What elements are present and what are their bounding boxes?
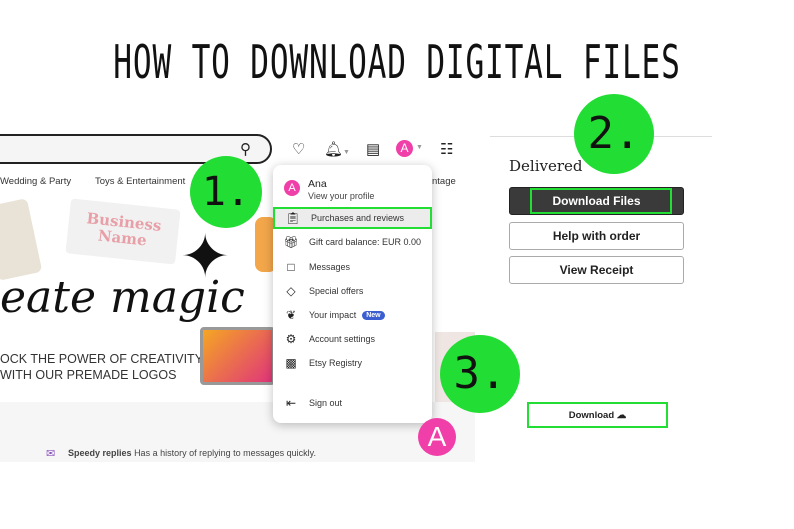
help-with-order-button[interactable]: Help with order [509,222,684,250]
menu-label: Purchases and reviews [311,213,405,223]
avatar[interactable]: A [396,140,413,157]
order-status: Delivered [509,157,583,175]
menu-item-special-offers[interactable]: ◇ Special offers [273,280,432,302]
menu-item-gift-card[interactable]: 🎁︎ Gift card balance: EUR 0.00 [273,231,432,253]
cart-icon[interactable]: ☷ [440,140,453,158]
download-files-button[interactable]: Download Files [509,187,684,215]
speedy-text: Has a history of replying to messages qu… [134,448,316,458]
speedy-replies: Speedy replies Has a history of replying… [68,448,316,458]
view-profile-link[interactable]: View your profile [308,191,374,201]
speedy-label: Speedy replies [68,448,132,458]
registry-icon: ▩ [285,356,297,370]
menu-item-registry[interactable]: ▩ Etsy Registry [273,352,432,374]
shop-icon[interactable]: ▤ [366,140,380,158]
download-button[interactable]: Download ☁ [527,402,668,428]
button-label: Download [568,409,615,421]
step-1-marker: 1. [190,156,262,228]
gift-icon: 🎁︎ [283,235,299,249]
banner-tagline: OCK THE POWER OF CREATIVITY [0,352,204,366]
menu-label: Gift card balance: EUR 0.00 [309,237,422,247]
menu-item-sign-out[interactable]: ⇤ Sign out [273,392,432,414]
nav-wedding[interactable]: Wedding & Party [0,176,71,187]
menu-name[interactable]: Ana [308,178,327,190]
banner-tagline: WITH OUR PREMADE LOGOS [0,368,177,382]
cloud-download-icon: ☁ [616,409,627,421]
page-title: HOW TO DOWNLOAD DIGITAL FILES [113,36,681,90]
business-card-image: Business Name [65,198,181,265]
highlight-box [530,188,672,214]
nav-vintage[interactable]: ntage [432,176,456,187]
gear-icon: ⚙ [285,332,297,346]
menu-avatar: A [284,180,300,196]
menu-label: Sign out [309,398,343,408]
chevron-down-icon: ▼ [416,144,423,151]
menu-item-messages[interactable]: □ Messages [273,256,432,278]
heart-icon[interactable]: ♡ [292,140,305,158]
tablet-image [0,198,43,281]
new-badge: New [362,310,385,320]
avatar-large: A [418,418,456,456]
sign-out-icon: ⇤ [285,396,297,410]
clipboard-icon: 📋︎ [285,211,301,225]
step-3-marker: 3. [440,335,520,413]
messages-icon: □ [287,260,295,274]
menu-label: Your impact [309,310,357,320]
laptop-image [200,327,275,385]
bell-icon[interactable]: 🔔︎▼ [324,140,350,158]
menu-label: Etsy Registry [309,358,363,368]
menu-item-purchases[interactable]: 📋︎ Purchases and reviews [273,207,432,229]
banner-headline: eate magic [0,272,245,323]
menu-label: Account settings [309,334,376,344]
leaf-icon: ❦ [285,308,297,322]
account-menu: A Ana View your profile 📋︎ Purchases and … [273,165,432,423]
menu-item-account-settings[interactable]: ⚙ Account settings [273,328,432,350]
tag-icon: ◇ [286,284,296,298]
view-receipt-button[interactable]: View Receipt [509,256,684,284]
step-2-marker: 2. [574,94,654,174]
menu-item-impact[interactable]: ❦ Your impact New [273,304,432,326]
nav-toys[interactable]: Toys & Entertainment [95,176,185,187]
search-icon[interactable]: ⚲ [240,140,251,158]
envelope-icon: ✉ [46,448,56,460]
menu-label: Messages [309,262,351,272]
menu-label: Special offers [309,286,364,296]
